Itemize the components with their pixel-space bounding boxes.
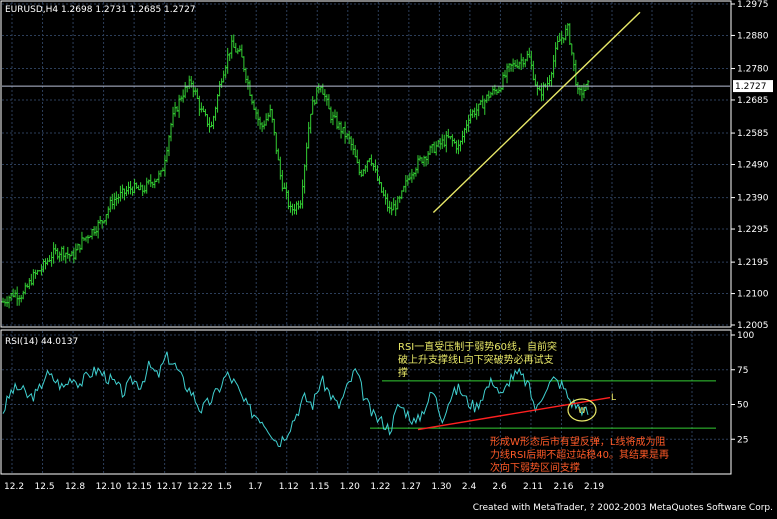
price-tick-label: 1.2390 xyxy=(737,194,769,204)
price-tick-label: 1.2685 xyxy=(737,96,769,106)
support-line-label: L xyxy=(611,393,616,403)
time-axis: 12.2 12.5 12.8 12.10 12.15 12.17 12.22 1.5 1.7 1.… xyxy=(4,482,604,492)
time-tick-label: 1.15 xyxy=(309,482,329,492)
price-tick-label: 1.2195 xyxy=(737,258,769,268)
time-tick-label: 2.11 xyxy=(523,482,543,492)
note-2-line-1: 形成W形态后市有望反弹，L线将成为阻 xyxy=(490,435,665,448)
current-price-label: 1.2727 xyxy=(735,82,767,92)
footer-credit: Created with MetaTrader, ? 2002-2003 Met… xyxy=(473,503,773,513)
rsi-title: RSI(14) 44.0137 xyxy=(5,337,78,347)
time-tick-label: 1.20 xyxy=(340,482,360,492)
price-chart-title: EURUSD,H4 1.2698 1.2731 1.2685 1.2727 xyxy=(5,5,196,15)
note-1-line-1: RSI一直受压制于弱势60线，自前突 xyxy=(398,340,557,353)
price-tick-label: 1.2880 xyxy=(737,31,769,41)
rsi-tick-label: 25 xyxy=(737,435,748,445)
time-tick-label: 2.19 xyxy=(584,482,604,492)
time-tick-label: 12.8 xyxy=(65,482,85,492)
time-tick-label: 12.15 xyxy=(126,482,152,492)
time-tick-label: 12.2 xyxy=(4,482,24,492)
w-pattern-label: W xyxy=(578,406,586,415)
time-tick-label: 1.27 xyxy=(401,482,421,492)
time-tick-label: 12.10 xyxy=(96,482,122,492)
note-2-line-2: 力线RSI后期不超过站稳40。其结果是再 xyxy=(490,448,669,461)
time-tick-label: 2.6 xyxy=(492,482,507,492)
price-tick-label: 1.2780 xyxy=(737,65,769,75)
time-tick-label: 2.16 xyxy=(553,482,573,492)
note-1-line-3: 撑 xyxy=(398,366,408,379)
price-tick-label: 1.2100 xyxy=(737,290,769,300)
chart-canvas: W L 1.2975 1.2880 1.2780 1.2685 1.2585 1.2490… xyxy=(0,0,773,513)
price-axis: 1.2975 1.2880 1.2780 1.2685 1.2585 1.2490 1.23… xyxy=(731,0,769,331)
price-tick-label: 1.2490 xyxy=(737,161,769,171)
time-tick-label: 1.7 xyxy=(248,482,262,492)
time-tick-label: 12.17 xyxy=(157,482,183,492)
rsi-tick-label: 100 xyxy=(737,331,754,341)
note-2-line-3: 次向下弱势区间支撑 xyxy=(490,461,580,474)
price-tick-label: 1.2295 xyxy=(737,225,769,235)
time-tick-label: 2.4 xyxy=(462,482,477,492)
time-tick-label: 1.12 xyxy=(279,482,299,492)
rsi-axis: 100 75 50 25 xyxy=(731,331,754,445)
price-tick-label: 1.2585 xyxy=(737,129,769,139)
time-tick-label: 1.22 xyxy=(370,482,390,492)
note-1-line-2: 破上升支撑线L向下突破势必再试支 xyxy=(398,353,554,366)
rsi-tick-label: 50 xyxy=(737,401,749,411)
time-tick-label: 12.5 xyxy=(35,482,55,492)
price-tick-label: 1.2005 xyxy=(737,321,769,331)
rsi-tick-label: 75 xyxy=(737,366,748,376)
price-tick-label: 1.2975 xyxy=(737,0,769,10)
time-tick-label: 1.30 xyxy=(431,482,451,492)
time-tick-label: 1.5 xyxy=(218,482,232,492)
time-tick-label: 12.22 xyxy=(187,482,213,492)
